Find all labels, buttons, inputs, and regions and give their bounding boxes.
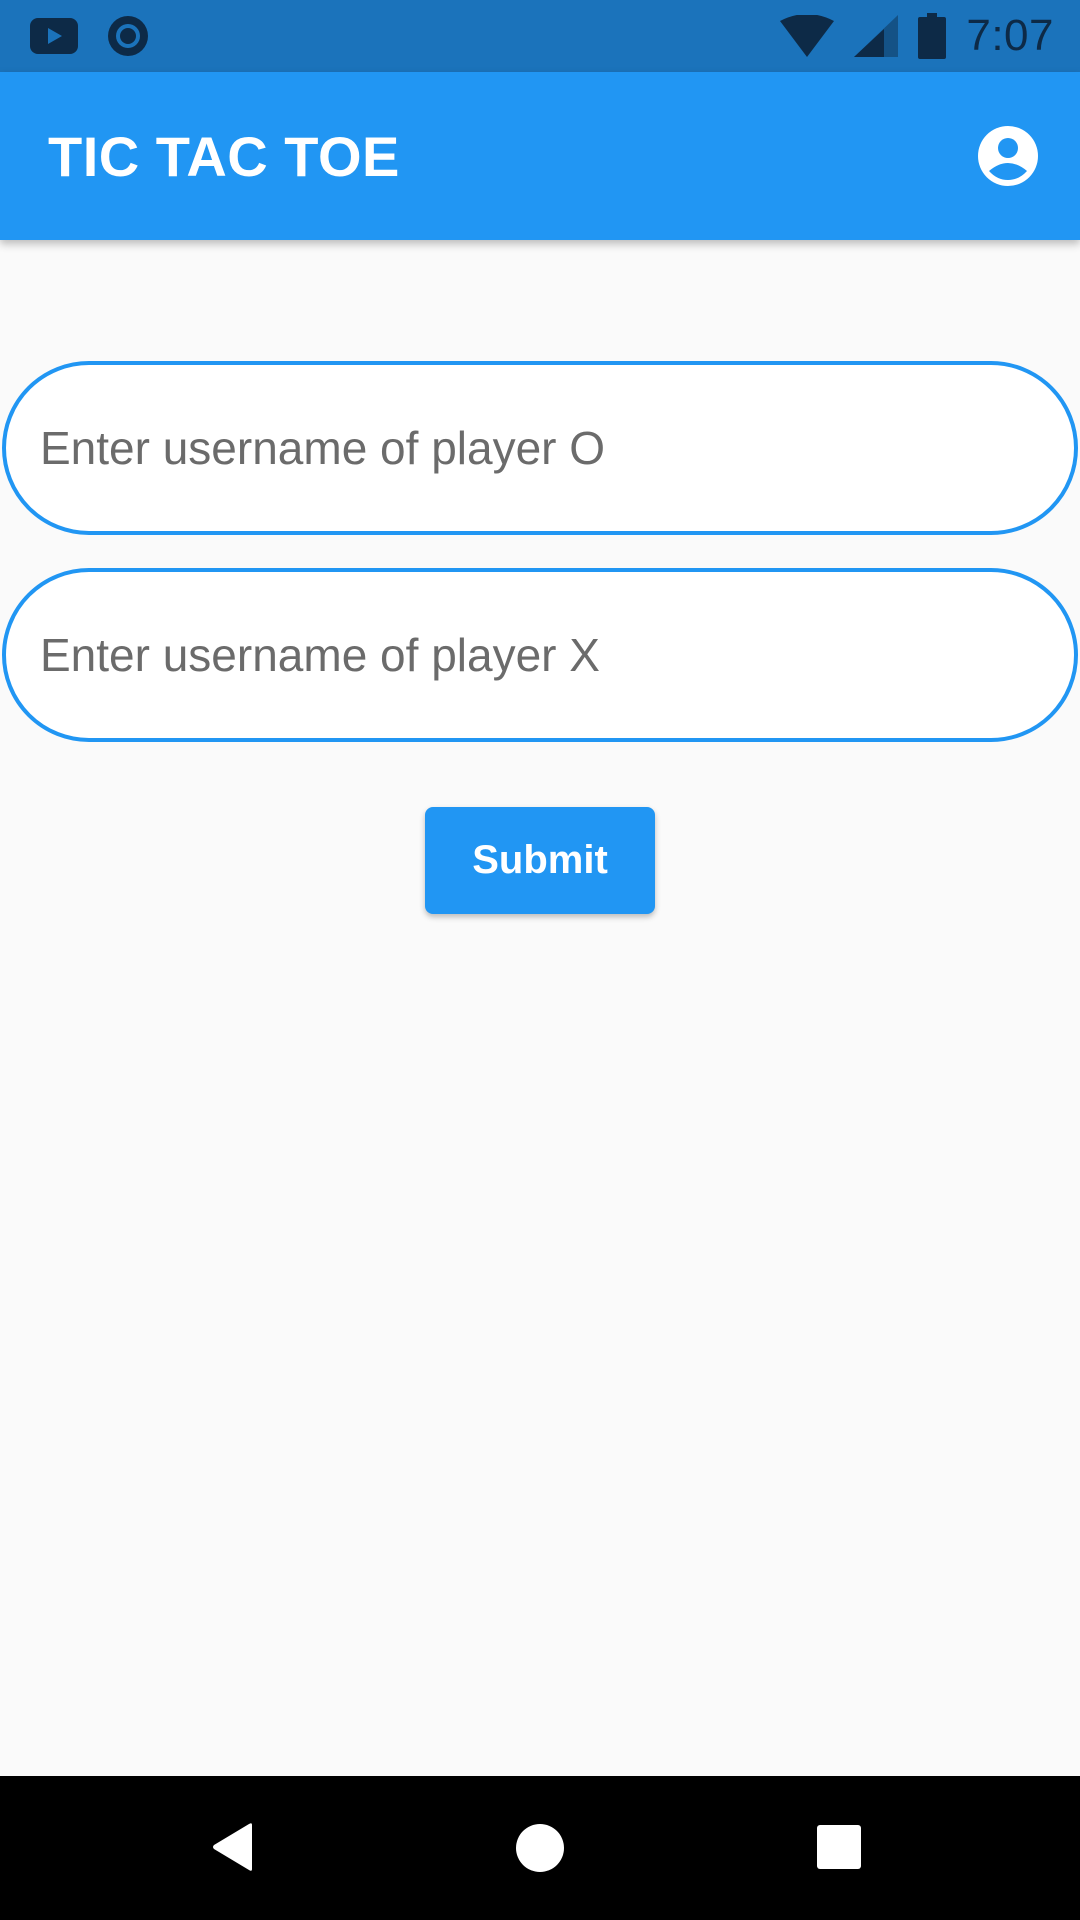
app-bar: TIC TAC TOE — [0, 72, 1080, 240]
back-icon[interactable] — [210, 1822, 256, 1872]
youtube-icon — [30, 18, 78, 54]
battery-icon — [918, 13, 947, 59]
account-circle-icon[interactable] — [976, 124, 1040, 188]
status-right: 7:07 — [760, 11, 1054, 61]
signal-icon — [854, 15, 899, 57]
status-bar: 7:07 — [0, 0, 1080, 72]
player-o-input[interactable] — [40, 421, 1000, 475]
player-x-field[interactable] — [2, 568, 1078, 742]
app-title: TIC TAC TOE — [48, 124, 400, 188]
status-time: 7:07 — [966, 11, 1054, 60]
recents-icon[interactable] — [816, 1824, 862, 1870]
navigation-bar — [0, 1776, 1080, 1920]
player-x-input[interactable] — [40, 628, 1000, 682]
home-icon[interactable] — [515, 1823, 565, 1873]
wifi-icon — [780, 15, 835, 57]
record-icon — [108, 16, 148, 56]
submit-button[interactable]: Submit — [425, 807, 655, 914]
status-left — [30, 14, 178, 58]
player-o-field[interactable] — [2, 361, 1078, 535]
screen: 7:07 TIC TAC TOE Submit — [0, 0, 1080, 1920]
